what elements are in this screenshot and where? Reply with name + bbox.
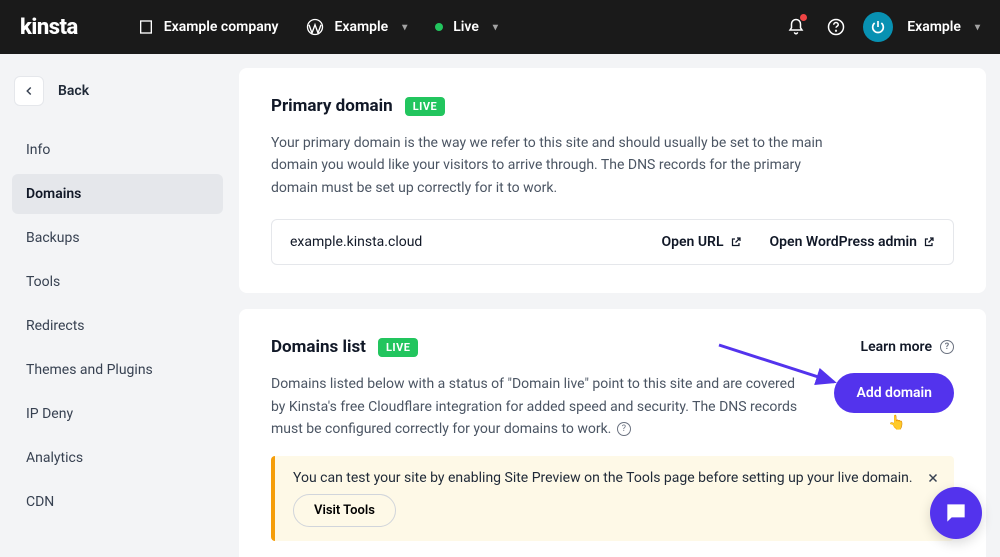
- env-switcher[interactable]: Live ▾: [435, 19, 498, 35]
- live-badge: LIVE: [405, 97, 446, 116]
- sidebar-item-cdn[interactable]: CDN: [12, 482, 223, 522]
- domains-list-card: Domains list LIVE Learn more ? Domains l…: [239, 309, 986, 557]
- arrow-left-icon: [22, 84, 36, 98]
- sidebar-item-domains[interactable]: Domains: [12, 174, 223, 214]
- chevron-down-icon: ▾: [493, 22, 498, 33]
- cursor-hand-icon: 👆: [888, 415, 905, 431]
- banner-text: You can test your site by enabling Site …: [293, 470, 913, 486]
- learn-more-link[interactable]: Learn more ?: [861, 339, 954, 355]
- sidebar-item-redirects[interactable]: Redirects: [12, 306, 223, 346]
- open-wp-label: Open WordPress admin: [770, 234, 917, 250]
- sidebar-item-themes-and-plugins[interactable]: Themes and Plugins: [12, 350, 223, 390]
- user-menu[interactable]: Example ▾: [907, 19, 980, 35]
- topbar: kinsta Example company Example ▾ Live ▾ …: [0, 0, 1000, 54]
- sidebar-item-backups[interactable]: Backups: [12, 218, 223, 258]
- primary-domain-title: Primary domain: [271, 96, 393, 116]
- wordpress-icon: [306, 18, 324, 36]
- site-switcher[interactable]: Example ▾: [306, 18, 407, 36]
- chevron-down-icon: ▾: [402, 22, 407, 33]
- primary-domain-desc: Your primary domain is the way we refer …: [271, 132, 831, 199]
- back-button[interactable]: [14, 76, 44, 106]
- learn-more-label: Learn more: [861, 339, 932, 355]
- power-icon: [870, 19, 886, 35]
- sidebar-item-tools[interactable]: Tools: [12, 262, 223, 302]
- primary-domain-card: Primary domain LIVE Your primary domain …: [239, 68, 986, 293]
- main-content: Primary domain LIVE Your primary domain …: [235, 54, 1000, 557]
- back-row: Back: [12, 68, 223, 130]
- avatar[interactable]: [863, 12, 893, 42]
- back-label: Back: [58, 83, 89, 99]
- domains-list-desc: Domains listed below with a status of "D…: [271, 373, 810, 440]
- user-name: Example: [907, 19, 961, 35]
- help-icon: [827, 18, 845, 36]
- notification-dot: [800, 14, 807, 21]
- add-domain-button[interactable]: Add domain 👆: [834, 373, 954, 413]
- domains-list-title: Domains list: [271, 337, 366, 357]
- site-name: Example: [334, 19, 388, 35]
- live-status-dot: [435, 23, 443, 31]
- open-url-link[interactable]: Open URL: [662, 234, 742, 250]
- close-icon[interactable]: [926, 470, 940, 489]
- help-button[interactable]: [821, 12, 851, 42]
- logo: kinsta: [20, 15, 78, 40]
- sidebar-item-ip-deny[interactable]: IP Deny: [12, 394, 223, 434]
- add-domain-label: Add domain: [856, 385, 932, 401]
- sidebar-item-info[interactable]: Info: [12, 130, 223, 170]
- visit-tools-button[interactable]: Visit Tools: [293, 494, 396, 527]
- primary-domain-row: example.kinsta.cloud Open URL Open WordP…: [271, 219, 954, 265]
- chat-icon: [943, 500, 969, 526]
- chat-widget[interactable]: [930, 487, 982, 539]
- sidebar: Back InfoDomainsBackupsToolsRedirectsThe…: [0, 54, 235, 557]
- company-name: Example company: [164, 19, 279, 35]
- open-url-label: Open URL: [662, 234, 724, 250]
- external-link-icon: [923, 236, 935, 248]
- help-circle-icon: ?: [940, 340, 954, 354]
- open-wp-admin-link[interactable]: Open WordPress admin: [770, 234, 935, 250]
- external-link-icon: [730, 236, 742, 248]
- site-preview-banner: You can test your site by enabling Site …: [271, 456, 954, 541]
- notifications-button[interactable]: [781, 12, 811, 42]
- sidebar-item-analytics[interactable]: Analytics: [12, 438, 223, 478]
- chevron-down-icon: ▾: [975, 22, 980, 33]
- help-circle-icon: ?: [617, 422, 631, 436]
- env-label: Live: [453, 19, 479, 35]
- primary-domain-value: example.kinsta.cloud: [290, 234, 634, 250]
- company-switcher[interactable]: Example company: [138, 19, 279, 35]
- building-icon: [138, 19, 154, 35]
- live-badge: LIVE: [378, 338, 419, 357]
